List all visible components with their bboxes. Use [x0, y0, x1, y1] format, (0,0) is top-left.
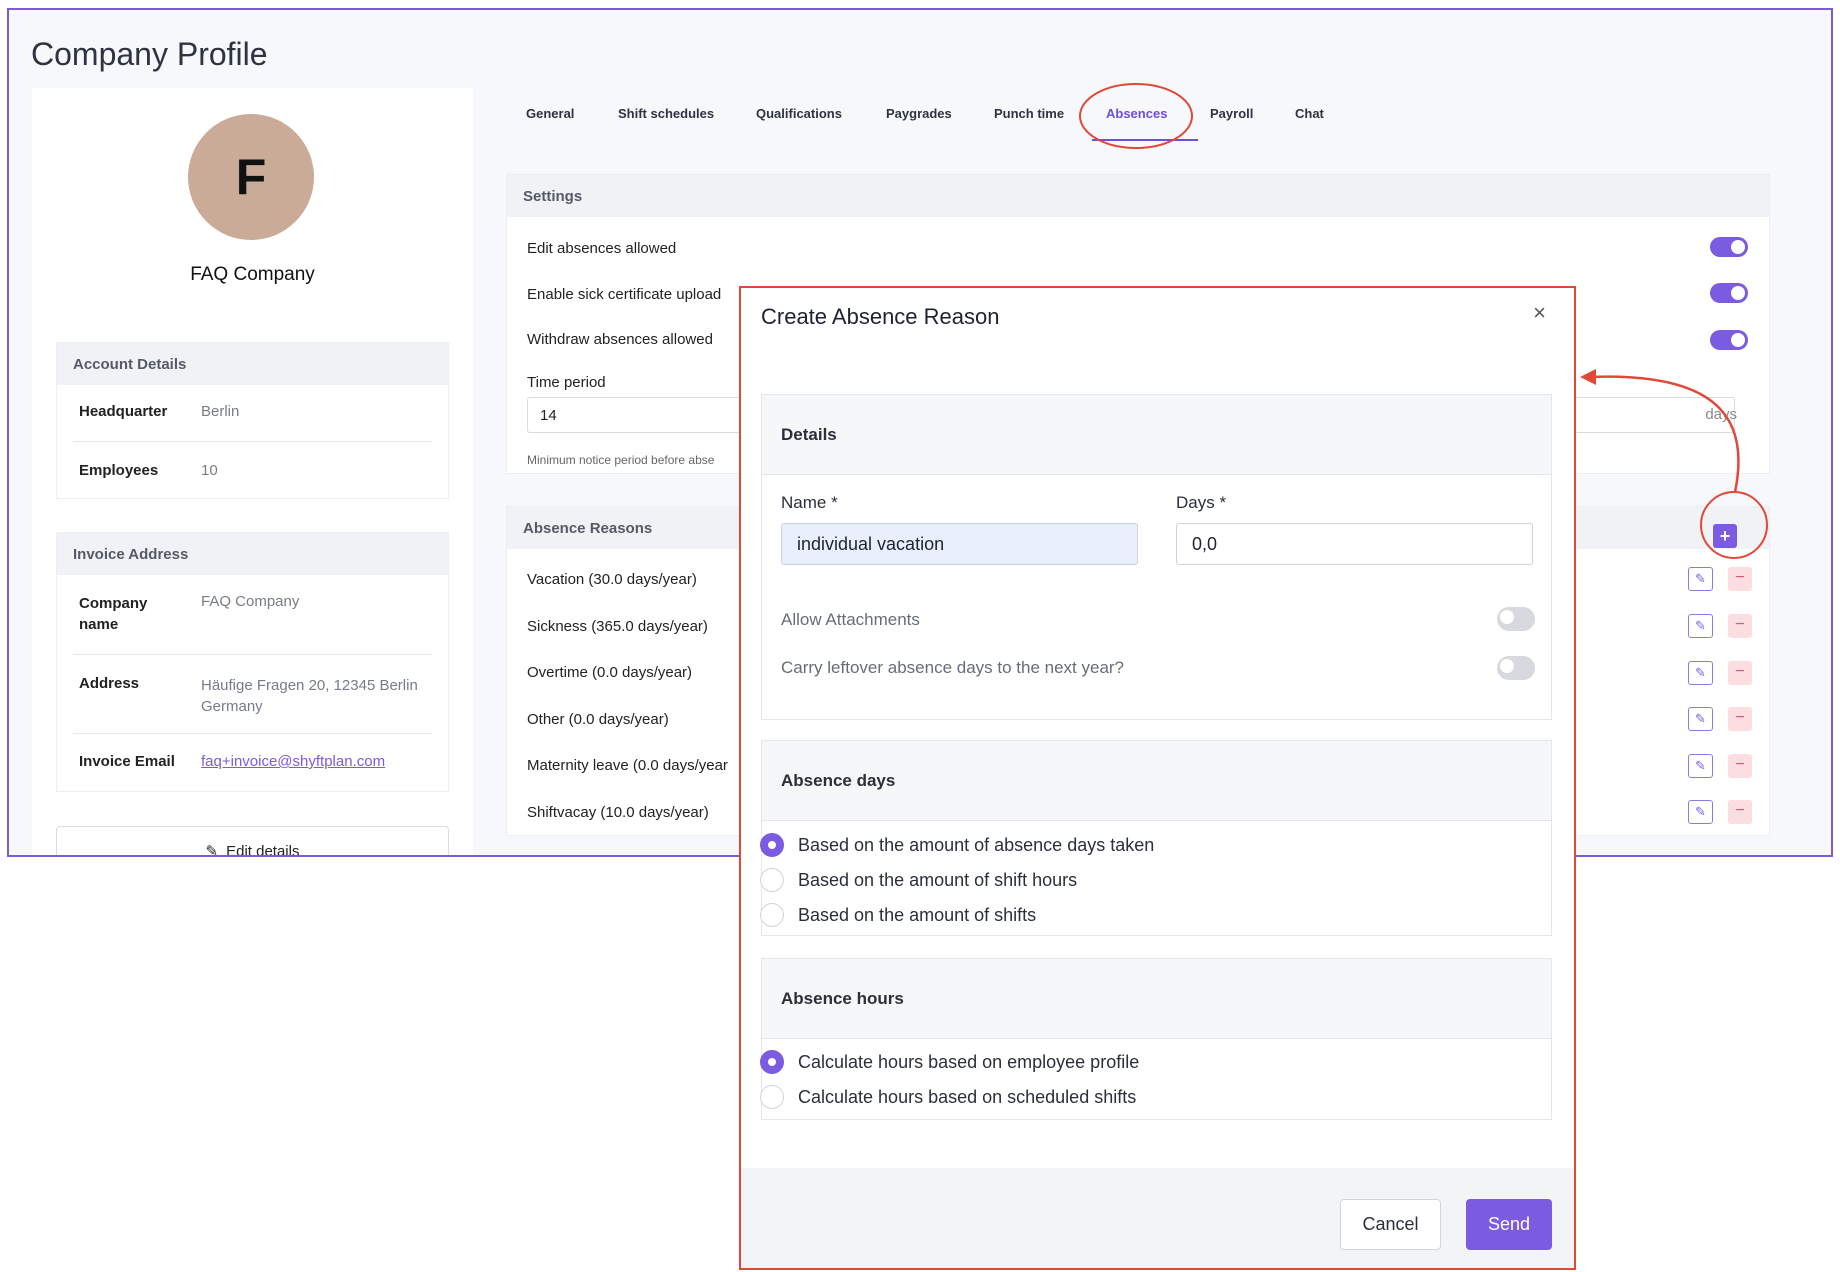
absence-reasons-title: Absence Reasons [523, 520, 653, 537]
info-row-invoice-email: Invoice Email faq+invoice@shyftplan.com [73, 734, 432, 792]
withdraw-absences-toggle[interactable] [1710, 330, 1748, 350]
radio-selected-icon[interactable] [760, 1050, 784, 1074]
withdraw-absences-label: Withdraw absences allowed [527, 331, 713, 348]
absence-days-heading: Absence days [762, 741, 1551, 821]
close-icon[interactable]: × [1533, 300, 1546, 326]
name-label: Name * [781, 493, 838, 512]
radio-unselected-icon[interactable] [760, 868, 784, 892]
send-button[interactable]: Send [1466, 1199, 1552, 1250]
modal-footer: Cancel Send [741, 1168, 1574, 1268]
invoice-address-heading: Invoice Address [57, 533, 448, 575]
absence-reason-item: Other (0.0 days/year) [527, 711, 669, 728]
active-tab-indicator [1092, 139, 1198, 141]
sick-certificate-label: Enable sick certificate upload [527, 286, 722, 303]
delete-reason-icon[interactable]: − [1728, 661, 1752, 685]
info-value: FAQ Company [201, 593, 300, 610]
radio-unselected-icon[interactable] [760, 903, 784, 927]
radio-absence-days-taken[interactable]: Based on the amount of absence days take… [760, 833, 1154, 857]
edit-reason-icon[interactable]: ✎ [1688, 800, 1713, 824]
edit-absences-toggle[interactable] [1710, 237, 1748, 257]
info-row-headquarter: Headquarter Berlin [73, 385, 432, 442]
tab-absences[interactable]: Absences [1106, 106, 1167, 121]
account-details-heading: Account Details [57, 343, 448, 385]
delete-reason-icon[interactable]: − [1728, 614, 1752, 638]
company-card: F FAQ Company Account Details Headquarte… [32, 88, 473, 857]
radio-shift-hours[interactable]: Based on the amount of shift hours [760, 868, 1077, 892]
edit-reason-icon[interactable]: ✎ [1688, 707, 1713, 731]
account-details-panel: Account Details Headquarter Berlin Emplo… [56, 342, 449, 499]
edit-reason-icon[interactable]: ✎ [1688, 754, 1713, 778]
allow-attachments-toggle[interactable] [1497, 607, 1535, 631]
absence-reason-item: Shiftvacay (10.0 days/year) [527, 804, 709, 821]
tab-qualifications[interactable]: Qualifications [756, 106, 842, 121]
radio-label: Calculate hours based on scheduled shift… [798, 1086, 1137, 1107]
tab-shift-schedules[interactable]: Shift schedules [618, 106, 714, 121]
edit-details-button[interactable]: ✎ Edit details [56, 826, 449, 857]
radio-unselected-icon[interactable] [760, 1085, 784, 1109]
radio-employee-profile[interactable]: Calculate hours based on employee profil… [760, 1050, 1139, 1074]
add-absence-reason-button[interactable]: + [1713, 524, 1737, 548]
delete-reason-icon[interactable]: − [1728, 567, 1752, 591]
info-key: Company name [79, 595, 148, 633]
edit-reason-icon[interactable]: ✎ [1688, 567, 1713, 591]
absence-reason-item: Overtime (0.0 days/year) [527, 664, 693, 681]
delete-reason-icon[interactable]: − [1728, 754, 1752, 778]
radio-label: Based on the amount of shifts [798, 904, 1037, 925]
modal-title: Create Absence Reason [761, 304, 1000, 329]
notice-helper-text: Minimum notice period before abse [527, 453, 715, 467]
radio-label: Calculate hours based on employee profil… [798, 1051, 1140, 1072]
sick-certificate-toggle[interactable] [1710, 283, 1748, 303]
screenshot-scene: Company Profile F FAQ Company Account De… [0, 0, 1840, 1272]
details-section: Details Name * Days * individual vacatio… [761, 394, 1552, 720]
info-key: Headquarter [79, 403, 168, 420]
edit-details-label: Edit details [226, 842, 300, 857]
cancel-button[interactable]: Cancel [1340, 1199, 1441, 1250]
absence-reason-item: Vacation (30.0 days/year) [527, 571, 697, 588]
absence-reason-item: Sickness (365.0 days/year) [527, 618, 708, 635]
info-value: Häufige Fragen 20, 12345 Berlin Germany [201, 677, 418, 715]
settings-heading: Settings [507, 175, 1769, 217]
avatar: F [188, 114, 314, 240]
radio-selected-icon[interactable] [760, 833, 784, 857]
allow-attachments-label: Allow Attachments [781, 610, 920, 629]
radio-shifts[interactable]: Based on the amount of shifts [760, 903, 1036, 927]
edit-reason-icon[interactable]: ✎ [1688, 614, 1713, 638]
time-period-label: Time period [527, 374, 606, 391]
info-key: Address [79, 675, 140, 692]
create-absence-reason-modal: Create Absence Reason × Details Name * D… [739, 286, 1576, 1270]
page-title: Company Profile [31, 36, 268, 72]
time-period-suffix: days [1705, 406, 1737, 423]
info-row-employees: Employees 10 [73, 442, 432, 498]
info-row-address: Address Häufige Fragen 20, 12345 Berlin G… [73, 655, 432, 734]
tab-chat[interactable]: Chat [1295, 106, 1324, 121]
details-heading: Details [762, 395, 1551, 475]
info-key: Invoice Email [79, 753, 175, 770]
days-input[interactable]: 0,0 [1176, 523, 1533, 565]
pencil-icon: ✎ [205, 843, 219, 857]
company-name: FAQ Company [190, 264, 315, 285]
absence-reason-item: Maternity leave (0.0 days/year [527, 757, 728, 774]
radio-label: Based on the amount of shift hours [798, 869, 1078, 890]
radio-scheduled-shifts[interactable]: Calculate hours based on scheduled shift… [760, 1085, 1136, 1109]
info-value: Berlin [201, 403, 240, 420]
tab-paygrades[interactable]: Paygrades [886, 106, 952, 121]
name-input[interactable]: individual vacation [781, 523, 1138, 565]
tab-general[interactable]: General [526, 106, 574, 121]
delete-reason-icon[interactable]: − [1728, 707, 1752, 731]
tab-punch-time[interactable]: Punch time [994, 106, 1064, 121]
info-key: Employees [79, 462, 159, 479]
carry-leftover-label: Carry leftover absence days to the next … [781, 658, 1125, 677]
info-row-company-name: Company name FAQ Company [73, 575, 432, 655]
delete-reason-icon[interactable]: − [1728, 800, 1752, 824]
absence-hours-heading: Absence hours [762, 959, 1551, 1039]
edit-absences-label: Edit absences allowed [527, 240, 677, 257]
carry-leftover-toggle[interactable] [1497, 656, 1535, 680]
edit-reason-icon[interactable]: ✎ [1688, 661, 1713, 685]
tab-payroll[interactable]: Payroll [1210, 106, 1253, 121]
invoice-address-panel: Invoice Address Company name FAQ Company … [56, 532, 449, 792]
invoice-email-link[interactable]: faq+invoice@shyftplan.com [201, 753, 385, 770]
days-label: Days * [1176, 493, 1227, 512]
radio-label: Based on the amount of absence days take… [798, 834, 1155, 855]
info-value: 10 [201, 462, 218, 479]
